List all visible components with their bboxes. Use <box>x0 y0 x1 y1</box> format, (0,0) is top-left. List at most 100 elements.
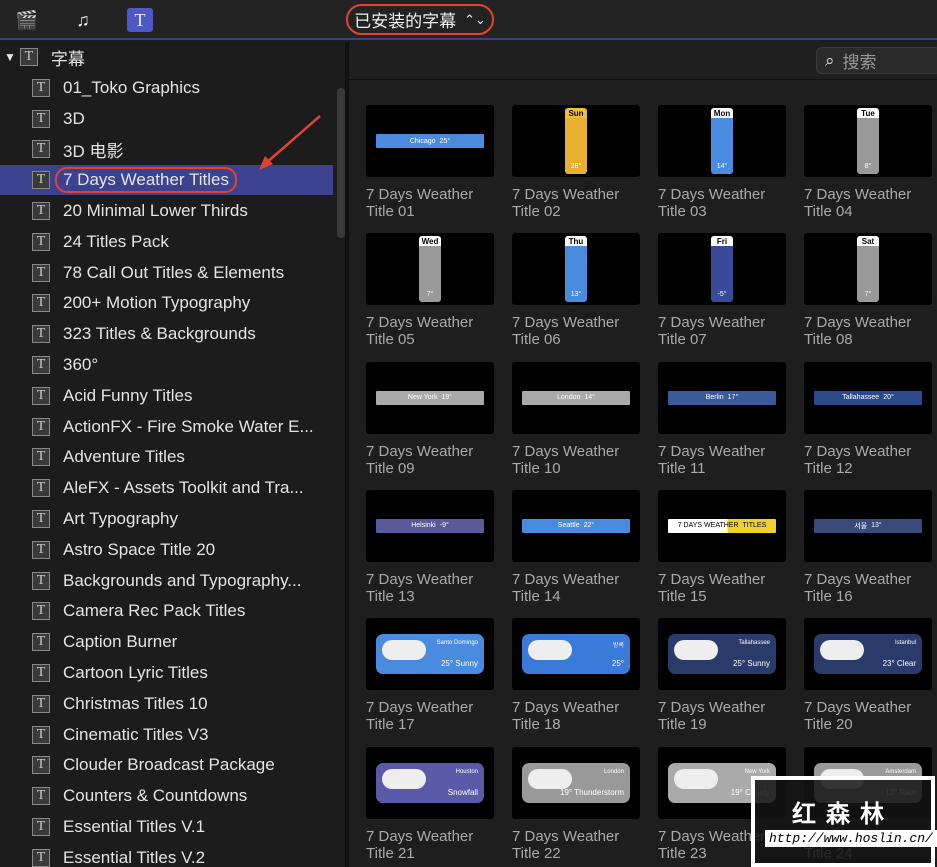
sidebar-item[interactable]: T Backgrounds and Typography... <box>0 566 333 596</box>
title-thumbnail[interactable]: Mon 14° <box>658 105 786 177</box>
title-tile[interactable]: Tallahassee 20° 7 Days Weather Title 12 <box>804 361 934 477</box>
watermark-logo: 红森林 <box>792 801 894 828</box>
temp-label: 13° <box>871 522 882 530</box>
sidebar-root[interactable]: ▼ T 字幕 <box>0 42 333 72</box>
title-thumbnail[interactable]: Santo Domingo 25° Sunny <box>366 618 494 691</box>
title-tile[interactable]: Sat 7° 7 Days Weather Title 08 <box>804 233 934 348</box>
title-tile[interactable]: London 14° 7 Days Weather Title 10 <box>512 361 642 477</box>
sidebar-item[interactable]: T Art Typography <box>0 504 333 534</box>
temp-label: 25° <box>439 137 451 145</box>
title-tile[interactable]: Santo Domingo 25° Sunny 7 Days Weather Titl… <box>366 618 496 733</box>
title-tile[interactable]: Helsinki -9° 7 Days Weather Title 13 <box>366 489 496 605</box>
clapper-star-icon[interactable]: 🎬 <box>14 8 40 32</box>
sidebar-item[interactable]: T AleFX - Assets Toolkit and Tra... <box>0 473 333 503</box>
music-photo-icon[interactable]: ♫ <box>70 8 96 32</box>
sidebar-item[interactable]: T Cartoon Lyric Titles <box>0 658 333 688</box>
title-thumbnail[interactable]: London 14° <box>512 361 640 434</box>
sidebar-item[interactable]: T Clouder Broadcast Package <box>0 750 333 780</box>
sidebar-item[interactable]: T 24 Titles Pack <box>0 227 333 257</box>
title-tile[interactable]: New York 19° 7 Days Weather Title 09 <box>366 361 496 477</box>
title-tile[interactable]: 7 DAYS WEATHER TITLES 7 Days Weather Title … <box>658 489 788 605</box>
title-tile[interactable]: Berlin 17° 7 Days Weather Title 11 <box>658 361 788 477</box>
title-tile[interactable]: Tallahassee 25° Sunny 7 Days Weather Title … <box>658 618 788 733</box>
temp-label: 19° Thunderstorm <box>560 787 624 797</box>
title-tile[interactable]: 방콕 25° 7 Days Weather Title 18 <box>512 618 642 733</box>
title-thumbnail[interactable]: 7 DAYS WEATHER TITLES <box>658 489 786 562</box>
tile-name-line1: 7 Days Weather <box>366 699 474 717</box>
sidebar-item-label: 20 Minimal Lower Thirds <box>63 201 248 220</box>
title-thumbnail[interactable]: Seattle 22° <box>512 489 640 562</box>
tile-name-line2: Title 17 <box>366 716 415 734</box>
sidebar-item[interactable]: T Camera Rec Pack Titles <box>0 596 333 626</box>
title-thumbnail[interactable]: Sun 28° <box>512 105 640 177</box>
title-icon: T <box>32 540 50 559</box>
disclosure-triangle-icon[interactable]: ▼ <box>4 50 16 64</box>
title-tile[interactable]: Thu 13° 7 Days Weather Title 06 <box>512 233 642 348</box>
title-thumbnail[interactable]: 방콕 25° <box>512 618 640 691</box>
watermark-url: http://www.hoslin.cn/ <box>765 830 937 847</box>
title-thumbnail[interactable]: Tue 8° <box>804 105 932 177</box>
sidebar-item[interactable]: T 78 Call Out Titles & Elements <box>0 258 333 288</box>
title-tile[interactable]: 서울 13° 7 Days Weather Title 16 <box>804 489 934 605</box>
title-tile[interactable]: Fri -5° 7 Days Weather Title 07 <box>658 233 788 348</box>
banner-preview: Chicago 25° <box>376 134 484 148</box>
card-preview: Tallahassee 25° Sunny <box>668 634 776 675</box>
title-thumbnail[interactable]: 서울 13° <box>804 489 932 562</box>
title-thumbnail[interactable]: Helsinki -9° <box>366 489 494 562</box>
title-tile[interactable]: Chicago 25° 7 Days Weather Title 01 <box>366 105 496 220</box>
title-thumbnail[interactable]: London 19° Thunderstorm <box>512 746 640 819</box>
title-tile[interactable]: London 19° Thunderstorm 7 Days Weather Titl… <box>512 746 642 862</box>
title-thumbnail[interactable]: Berlin 17° <box>658 361 786 434</box>
title-tile[interactable]: Tue 8° 7 Days Weather Title 04 <box>804 105 934 220</box>
sidebar-item[interactable]: T 360° <box>0 350 333 380</box>
title-icon: T <box>32 694 50 713</box>
search-field[interactable]: ⌕ 搜索 <box>816 47 937 74</box>
title-thumbnail[interactable]: Tallahassee 25° Sunny <box>658 618 786 691</box>
tile-name-line2: Title 16 <box>804 587 853 605</box>
chevron-updown-icon: ⌃⌄ <box>464 11 486 27</box>
temp-label: 25° Sunny <box>440 659 478 669</box>
titles-icon[interactable]: T <box>127 8 153 32</box>
title-thumbnail[interactable]: Tallahassee 20° <box>804 361 932 434</box>
sidebar-item-label: ActionFX - Fire Smoke Water E... <box>63 416 314 436</box>
title-thumbnail[interactable]: Wed 7° <box>366 233 494 306</box>
sidebar-item[interactable]: T Essential Titles V.2 <box>0 843 333 867</box>
title-tile[interactable]: Houston Snowfall 7 Days Weather Title 21 <box>366 746 496 862</box>
sidebar-item[interactable]: T Cinematic Titles V3 <box>0 720 333 750</box>
cloud-icon <box>674 640 718 661</box>
title-thumbnail[interactable]: Chicago 25° <box>366 105 494 177</box>
tile-name-line2: Title 12 <box>804 459 853 477</box>
sidebar-item[interactable]: T 20 Minimal Lower Thirds <box>0 196 333 226</box>
sidebar-item[interactable]: T ActionFX - Fire Smoke Water E... <box>0 412 333 442</box>
banner-preview: London 14° <box>522 390 630 405</box>
title-thumbnail[interactable]: Sat 7° <box>804 233 932 306</box>
divider[interactable] <box>345 42 349 867</box>
title-thumbnail[interactable]: Fri -5° <box>658 233 786 306</box>
title-tile[interactable]: Sun 28° 7 Days Weather Title 02 <box>512 105 642 220</box>
tile-name-line1: 7 Days Weather <box>512 827 620 845</box>
sidebar-item[interactable]: T Acid Funny Titles <box>0 381 333 411</box>
title-tile[interactable]: Wed 7° 7 Days Weather Title 05 <box>366 233 496 348</box>
sidebar-item[interactable]: T Adventure Titles <box>0 442 333 472</box>
city-label: New York <box>744 768 770 775</box>
title-thumbnail[interactable]: New York 19° <box>366 361 494 434</box>
temp-label: 7° <box>864 291 872 299</box>
sidebar-item[interactable]: T 200+ Motion Typography <box>0 288 333 318</box>
sidebar-item[interactable]: T 01_Toko Graphics <box>0 73 333 103</box>
titles-source-selector[interactable]: 已安装的字幕 ⌃⌄ <box>346 4 494 35</box>
title-tile[interactable]: Istanbul 23° Clear 7 Days Weather Title 20 <box>804 618 934 733</box>
title-thumbnail[interactable]: Istanbul 23° Clear <box>804 618 932 691</box>
tile-name-line2: Title 01 <box>366 203 415 220</box>
sidebar-item[interactable]: T Astro Space Title 20 <box>0 535 333 565</box>
sidebar-item[interactable]: T Caption Burner <box>0 627 333 657</box>
sidebar-item[interactable]: T 323 Titles & Backgrounds <box>0 319 333 349</box>
title-tile[interactable]: Mon 14° 7 Days Weather Title 03 <box>658 105 788 220</box>
title-tile[interactable]: Seattle 22° 7 Days Weather Title 14 <box>512 489 642 605</box>
title-icon: T <box>32 232 50 251</box>
sidebar-item[interactable]: T Christmas Titles 10 <box>0 689 333 719</box>
title-thumbnail[interactable]: Thu 13° <box>512 233 640 306</box>
title-thumbnail[interactable]: Houston Snowfall <box>366 746 494 819</box>
sidebar-item[interactable]: T Essential Titles V.1 <box>0 812 333 842</box>
sidebar-item[interactable]: T Counters & Countdowns <box>0 781 333 811</box>
sidebar-scrollbar[interactable] <box>337 88 345 238</box>
